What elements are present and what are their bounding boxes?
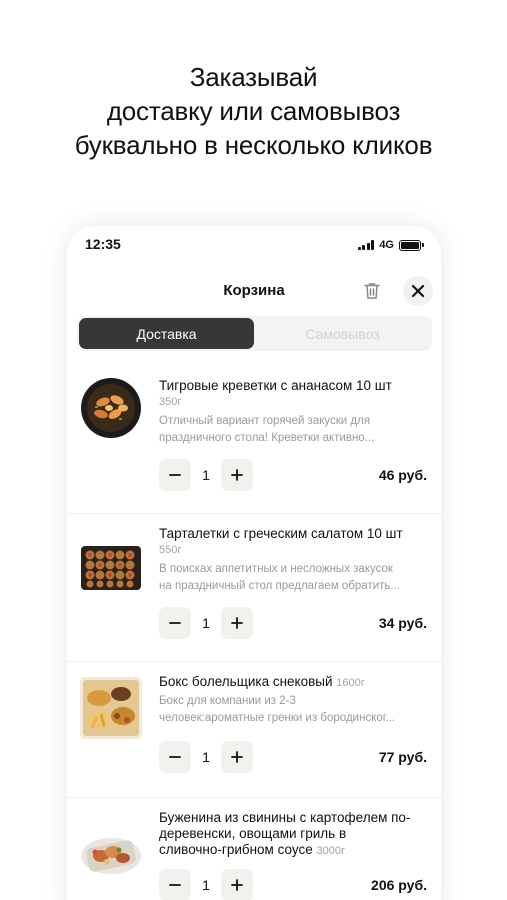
minus-icon	[169, 756, 181, 758]
item-description: Бокс для компании из 2-3 человек:ароматн…	[159, 695, 396, 724]
cart-item: Тарталетки с греческим салатом 10 шт 550…	[67, 514, 441, 662]
tab-pickup[interactable]: Самовывоз	[255, 318, 430, 349]
trash-icon	[364, 283, 380, 299]
item-price: 34 руб.	[378, 615, 427, 631]
quantity-stepper: 1	[159, 869, 253, 900]
plus-icon	[231, 469, 243, 481]
page-title: Корзина	[223, 282, 285, 299]
cart-header: Корзина	[67, 276, 441, 306]
promo-headline: Заказывай доставку или самовывоз букваль…	[0, 60, 507, 162]
item-photo-tartlets	[81, 546, 141, 590]
phone-screen: 12:35 4G Корзина Доставка Самовывоз Тигр…	[67, 226, 441, 900]
item-weight: 350г	[159, 396, 182, 408]
item-price: 77 руб.	[378, 749, 427, 765]
item-name: Бокс болельщика снековый 1600г	[159, 674, 365, 689]
quantity-stepper: 1	[159, 607, 253, 639]
item-name: Тигровые креветки с ананасом 10 шт	[159, 378, 392, 393]
decrease-quantity-button[interactable]	[159, 459, 191, 491]
cart-item: Бокс болельщика снековый 1600г Бокс для …	[67, 662, 441, 798]
item-weight: 1600г	[336, 677, 365, 689]
plus-icon	[231, 879, 243, 891]
item-name: Буженина из свинины с картофелем по- дер…	[159, 810, 411, 857]
clear-cart-button[interactable]	[360, 279, 384, 303]
item-description: Отличный вариант горячей закуски для пра…	[159, 415, 375, 444]
cart-item: Тигровые креветки с ананасом 10 шт 350г …	[67, 366, 441, 514]
plus-icon	[231, 751, 243, 763]
decrease-quantity-button[interactable]	[159, 869, 191, 900]
quantity-value: 1	[202, 877, 210, 893]
increase-quantity-button[interactable]	[221, 459, 253, 491]
cart-items-list: Тигровые креветки с ананасом 10 шт 350г …	[67, 366, 441, 900]
item-weight: 3000г	[316, 845, 345, 857]
decrease-quantity-button[interactable]	[159, 607, 191, 639]
quantity-value: 1	[202, 749, 210, 765]
increase-quantity-button[interactable]	[221, 741, 253, 773]
tab-delivery[interactable]: Доставка	[79, 318, 254, 349]
status-indicators: 4G	[357, 239, 424, 251]
quantity-value: 1	[202, 467, 210, 483]
quantity-stepper: 1	[159, 459, 253, 491]
minus-icon	[169, 622, 181, 624]
close-button[interactable]	[403, 276, 433, 306]
item-price: 206 руб.	[371, 877, 427, 893]
signal-icon	[357, 240, 375, 250]
increase-quantity-button[interactable]	[221, 607, 253, 639]
delivery-mode-switch: Доставка Самовывоз	[77, 316, 432, 351]
item-photo-snack-box	[80, 677, 142, 739]
battery-icon	[399, 239, 424, 251]
item-photo-shrimp	[81, 378, 141, 438]
item-weight: 550г	[159, 544, 182, 556]
item-name: Тарталетки с греческим салатом 10 шт	[159, 526, 403, 541]
status-bar: 12:35 4G	[67, 236, 441, 258]
item-description: В поисках аппетитных и несложных закусок…	[159, 563, 400, 592]
headline-line-1: Заказывай	[189, 62, 318, 92]
quantity-stepper: 1	[159, 741, 253, 773]
increase-quantity-button[interactable]	[221, 869, 253, 900]
close-icon	[411, 284, 425, 298]
minus-icon	[169, 474, 181, 476]
headline-line-3: буквально в несколько кликов	[74, 130, 433, 160]
item-price: 46 руб.	[378, 467, 427, 483]
minus-icon	[169, 884, 181, 886]
headline-line-2: доставку или самовывоз	[106, 96, 401, 126]
status-time: 12:35	[85, 236, 121, 252]
decrease-quantity-button[interactable]	[159, 741, 191, 773]
network-type: 4G	[379, 239, 394, 251]
item-photo-pork	[81, 838, 141, 874]
quantity-value: 1	[202, 615, 210, 631]
cart-item: Буженина из свинины с картофелем по- дер…	[67, 798, 441, 900]
plus-icon	[231, 617, 243, 629]
